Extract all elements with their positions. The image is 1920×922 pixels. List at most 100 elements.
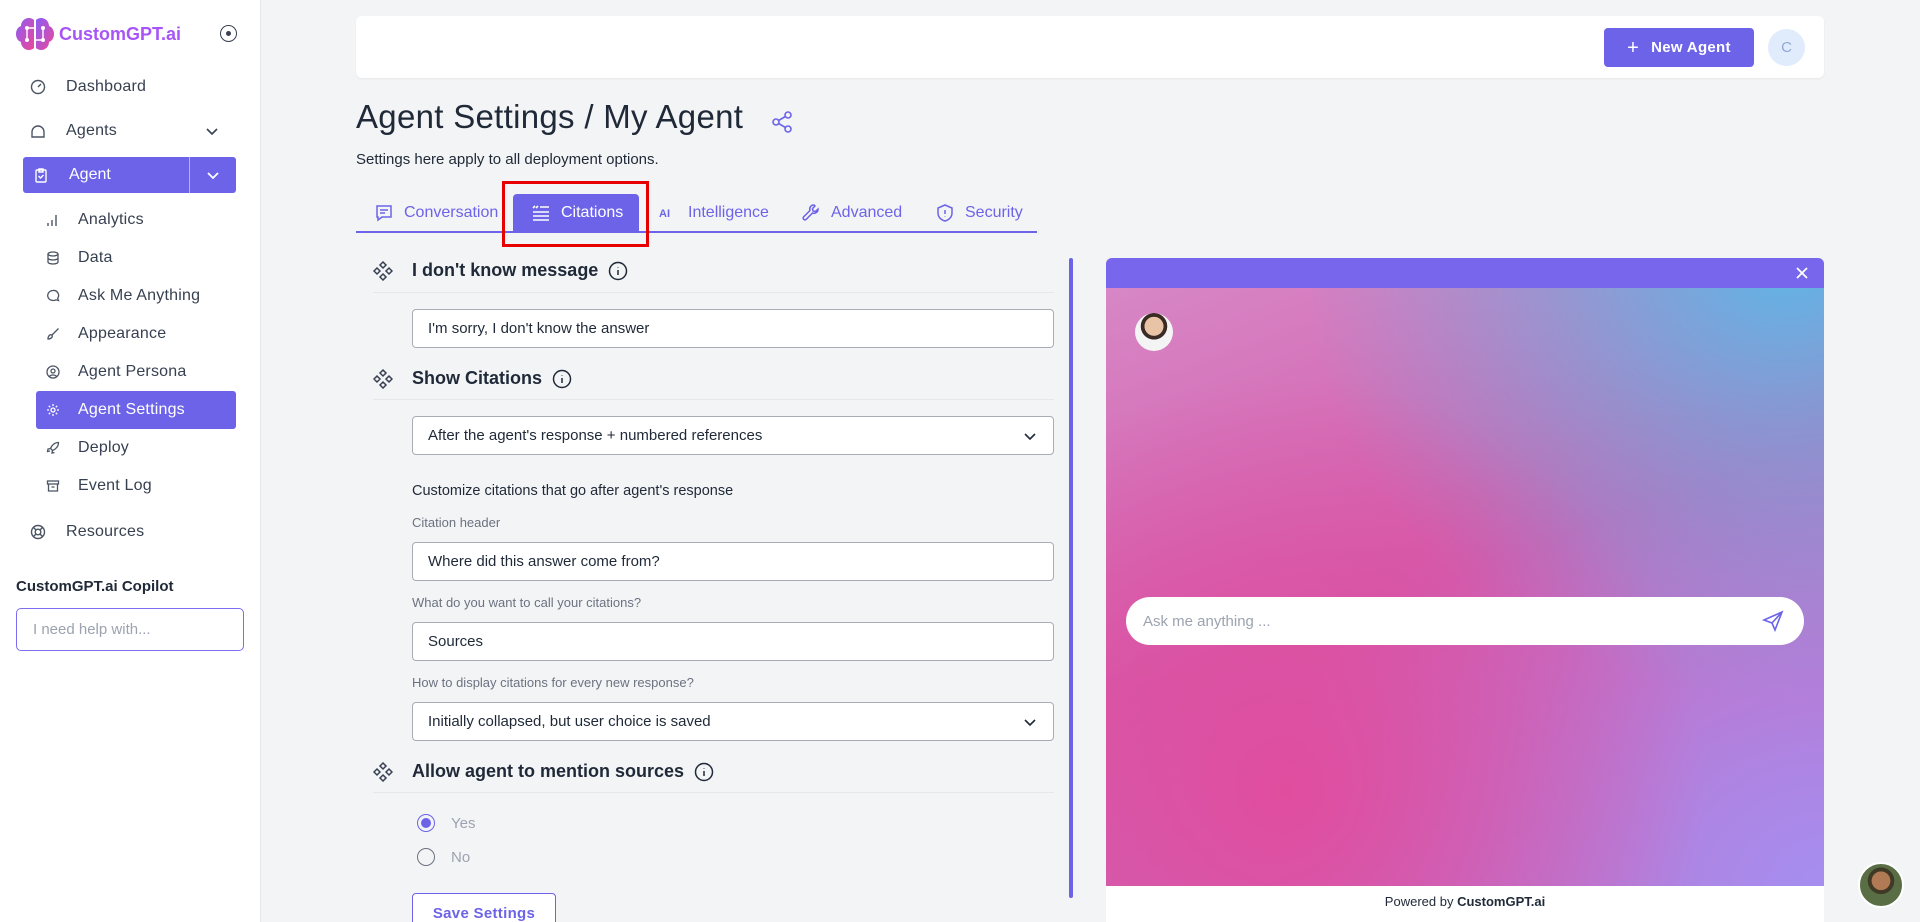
sidebar-item-label: Agents: [66, 122, 118, 139]
svg-text:AI: AI: [659, 208, 670, 220]
section-idk-message: I don't know message: [373, 260, 628, 281]
copilot-input-box: [16, 608, 244, 651]
radio-button[interactable]: [417, 848, 435, 866]
share-icon[interactable]: [770, 110, 794, 134]
powered-by: Powered by CustomGPT.ai: [1384, 894, 1546, 909]
powered-by-brand[interactable]: CustomGPT.ai: [1457, 894, 1545, 909]
page-subtitle: Settings here apply to all deployment op…: [356, 151, 659, 168]
info-icon[interactable]: [552, 369, 572, 389]
new-agent-button[interactable]: + New Agent: [1604, 28, 1754, 67]
tab-intelligence[interactable]: AI Intelligence: [658, 196, 769, 230]
rocket-icon: [46, 441, 60, 455]
agent-selector[interactable]: Agent: [23, 157, 236, 193]
drag-handle-icon[interactable]: [373, 368, 393, 389]
sidebar-item-label: Event Log: [78, 477, 152, 494]
sidebar: CustomGPT.ai Dashboard Agents Agent Anal…: [0, 0, 261, 922]
sidebar-item-resources[interactable]: Resources: [30, 520, 144, 544]
radio-yes[interactable]: Yes: [417, 814, 475, 832]
radio-no[interactable]: No: [417, 848, 470, 866]
shield-icon: [937, 204, 953, 222]
info-icon[interactable]: [608, 261, 628, 281]
logo[interactable]: CustomGPT.ai: [15, 14, 181, 54]
preview-chat-input[interactable]: [1143, 612, 1762, 630]
section-divider: [373, 399, 1054, 400]
sidebar-item-appearance[interactable]: Appearance: [46, 323, 166, 345]
chevron-down-icon: [1024, 719, 1036, 727]
user-circle-icon: [46, 365, 60, 379]
section-divider: [373, 792, 1054, 793]
send-icon[interactable]: [1762, 610, 1784, 632]
sidebar-item-agent-settings[interactable]: Agent Settings: [46, 399, 185, 421]
copilot-title: CustomGPT.ai Copilot: [16, 578, 174, 595]
sidebar-item-dashboard[interactable]: Dashboard: [30, 75, 146, 99]
bot-avatar: [1135, 313, 1173, 351]
sidebar-item-analytics[interactable]: Analytics: [46, 209, 144, 231]
support-chat-avatar[interactable]: [1858, 862, 1904, 908]
sidebar-item-agents[interactable]: Agents: [30, 119, 117, 143]
brush-icon: [46, 327, 60, 341]
citation-header-label: Citation header: [412, 515, 501, 530]
sidebar-item-label: Agent Persona: [78, 363, 187, 380]
panel-scroll-divider[interactable]: [1069, 258, 1073, 898]
lifebuoy-icon: [30, 524, 46, 540]
sidebar-item-label: Resources: [66, 523, 145, 540]
section-divider: [373, 292, 1054, 293]
preview-header: [1106, 258, 1824, 288]
idk-message-input[interactable]: I'm sorry, I don't know the answer: [412, 309, 1054, 348]
plus-icon: +: [1627, 36, 1640, 59]
display-citations-select[interactable]: Initially collapsed, but user choice is …: [412, 702, 1054, 741]
sidebar-item-label: Agent Settings: [78, 401, 185, 418]
user-avatar[interactable]: C: [1768, 29, 1805, 66]
brain-logo-icon: [16, 18, 54, 50]
section-show-citations: Show Citations: [373, 368, 572, 389]
clipboard-icon: [35, 168, 47, 183]
chevron-down-icon: [207, 172, 219, 180]
sidebar-item-label: Dashboard: [66, 78, 147, 95]
citation-header-input[interactable]: Where did this answer come from?: [412, 542, 1054, 581]
database-icon: [46, 251, 60, 265]
ai-icon: AI: [659, 208, 670, 220]
chat-icon: [376, 205, 392, 222]
sidebar-item-label: Data: [78, 249, 113, 266]
agent-dropdown-toggle[interactable]: [190, 157, 236, 193]
show-citations-select[interactable]: After the agent's response + numbered re…: [412, 416, 1054, 455]
agent-selector-label[interactable]: Agent: [23, 157, 190, 193]
page-title: Agent Settings / My Agent: [356, 98, 744, 135]
sidebar-item-agent-persona[interactable]: Agent Persona: [46, 361, 186, 383]
citation-name-input[interactable]: Sources: [412, 622, 1054, 661]
drag-handle-icon[interactable]: [373, 761, 393, 782]
tabs-underline: [356, 231, 1037, 233]
archive-icon: [46, 479, 60, 493]
display-citations-label: How to display citations for every new r…: [412, 675, 694, 690]
sidebar-item-ask-me-anything[interactable]: Ask Me Anything: [46, 285, 200, 307]
chat-preview: [1106, 258, 1824, 886]
chat-icon: [46, 289, 60, 303]
copilot-input[interactable]: [33, 621, 232, 638]
citation-name-label: What do you want to call your citations?: [412, 595, 642, 610]
tab-advanced[interactable]: Advanced: [801, 196, 902, 230]
info-icon[interactable]: [694, 762, 714, 782]
sidebar-item-label: Ask Me Anything: [78, 287, 201, 304]
sidebar-item-label: Analytics: [78, 211, 144, 228]
brand-name: CustomGPT.ai: [59, 23, 182, 44]
tab-security[interactable]: Security: [935, 196, 1023, 230]
chevron-down-icon[interactable]: [204, 123, 220, 139]
preview-chat-input-box: [1126, 597, 1804, 645]
drag-handle-icon[interactable]: [373, 260, 393, 281]
sidebar-item-event-log[interactable]: Event Log: [46, 475, 152, 497]
sidebar-item-label: Appearance: [78, 325, 167, 342]
sidebar-item-data[interactable]: Data: [46, 247, 113, 269]
home-icon: [30, 123, 46, 139]
collapse-sidebar-icon[interactable]: [220, 25, 237, 42]
sidebar-item-label: Deploy: [78, 439, 130, 456]
close-icon[interactable]: [1794, 265, 1810, 281]
sidebar-item-deploy[interactable]: Deploy: [46, 437, 129, 459]
section-mention-sources: Allow agent to mention sources: [373, 761, 714, 782]
tab-conversation[interactable]: Conversation: [374, 196, 498, 230]
save-settings-button[interactable]: Save Settings: [412, 893, 556, 922]
radio-button[interactable]: [417, 814, 435, 832]
annotation-highlight-box: [502, 181, 649, 247]
dashboard-icon: [30, 79, 46, 95]
customize-citations-label: Customize citations that go after agent'…: [412, 483, 734, 499]
gear-icon: [46, 403, 60, 417]
